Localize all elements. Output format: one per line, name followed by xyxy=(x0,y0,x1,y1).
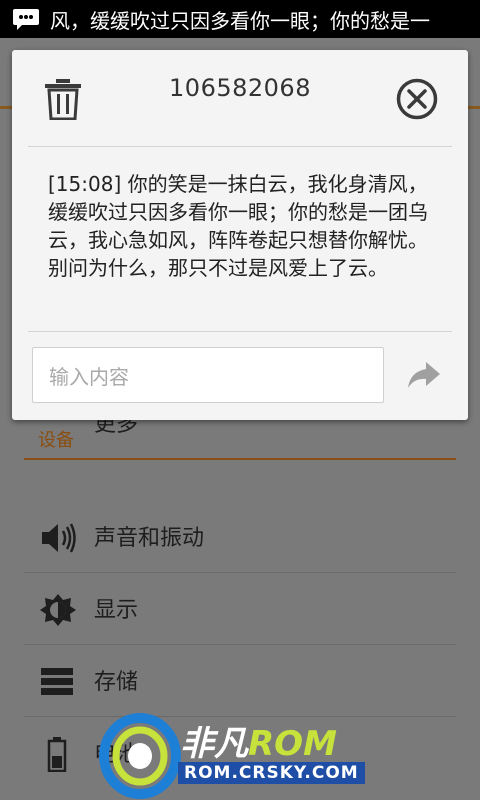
settings-item-label: 存储 xyxy=(94,670,139,695)
reply-placeholder: 输入内容 xyxy=(49,364,129,389)
divider xyxy=(28,331,452,332)
send-icon[interactable] xyxy=(406,360,442,390)
settings-item-label: 声音和振动 xyxy=(94,526,205,551)
settings-item-display[interactable]: 显示 xyxy=(24,572,456,645)
notification-ticker: 风，缓缓吹过只因多看你一眼；你的愁是一 xyxy=(50,8,430,33)
message-dialog: 106582068 [15:08] 你的笑是一抹白云，我化身清风，缓缓吹过只因多… xyxy=(12,50,468,420)
watermark-brand-rom: ROM xyxy=(248,724,337,764)
reply-input[interactable]: 输入内容 xyxy=(32,347,384,403)
speaker-icon xyxy=(42,523,76,553)
dialog-header: 106582068 xyxy=(12,50,468,146)
watermark-brand: 非凡ROM xyxy=(180,716,337,765)
message-body: [15:08] 你的笑是一抹白云，我化身清风，缓缓吹过只因多看你一眼；你的愁是一… xyxy=(48,172,428,280)
divider xyxy=(28,146,452,147)
watermark-logo: 非凡ROM ROM.CRSKY.COM xyxy=(96,706,396,800)
battery-icon xyxy=(47,737,67,772)
close-icon[interactable] xyxy=(396,78,438,120)
watermark-brand-cn: 非凡 xyxy=(180,724,248,764)
storage-icon xyxy=(41,668,73,695)
brightness-icon xyxy=(40,594,76,626)
watermark-url: ROM.CRSKY.COM xyxy=(178,762,365,784)
watermark-swirl-logo xyxy=(99,713,181,799)
section-header-device: 设备 xyxy=(24,420,456,460)
settings-item-sound[interactable]: 声音和振动 xyxy=(24,500,456,573)
settings-item-label: 显示 xyxy=(94,598,139,623)
status-bar: 风，缓缓吹过只因多看你一眼；你的愁是一 xyxy=(0,0,480,38)
section-title: 设备 xyxy=(38,430,74,451)
message-icon xyxy=(13,9,39,30)
